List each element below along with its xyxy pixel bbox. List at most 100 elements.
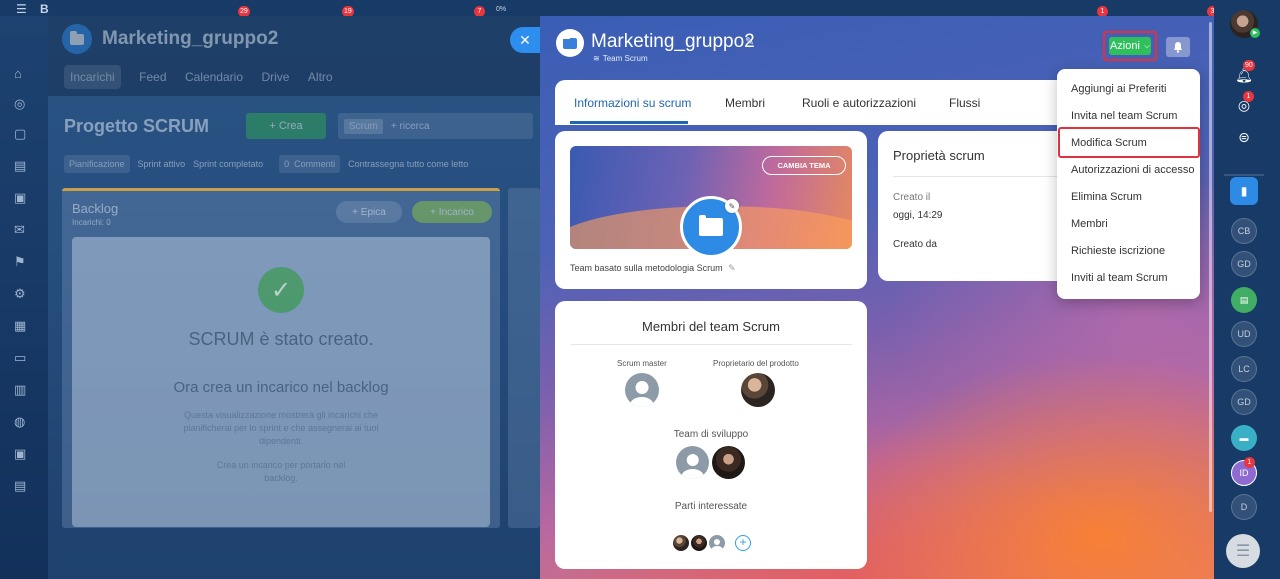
- actions-button[interactable]: Azioni ⌵: [1109, 37, 1151, 55]
- feed-icon[interactable]: ▤: [14, 158, 36, 176]
- bg-tab[interactable]: Calendario: [185, 70, 243, 84]
- bg-epic-button[interactable]: + Epica: [336, 201, 402, 223]
- menu-lines-icon[interactable]: ☰: [1226, 534, 1260, 568]
- bg-project-title: Progetto SCRUM: [64, 116, 209, 136]
- messages-icon[interactable]: ▢: [14, 126, 36, 144]
- right-sidebar: ▶ 🔔︎ 90 ◎ 1 ⊜ ▮ CB GD ▤ UD LC GD ▬ ID 1 …: [1214, 0, 1280, 579]
- tab-flows[interactable]: Flussi: [949, 96, 980, 110]
- crm-icon[interactable]: ⚑: [14, 254, 36, 272]
- stakeholder-avatar[interactable]: [709, 535, 725, 551]
- bg-create-button[interactable]: + Crea: [246, 113, 326, 139]
- scrum-master-avatar[interactable]: [625, 373, 659, 407]
- home-icon[interactable]: ⌂: [14, 66, 36, 84]
- tab-info[interactable]: Informazioni su scrum: [574, 96, 691, 110]
- bg-comments[interactable]: 0 Commenti: [279, 155, 341, 173]
- menu-icon[interactable]: ☰: [16, 2, 27, 16]
- close-slider-button[interactable]: ✕: [510, 27, 540, 53]
- edit-title-icon[interactable]: ✎: [745, 35, 754, 48]
- edit-caption-icon[interactable]: ✎: [728, 263, 736, 273]
- group-icon[interactable]: ◍: [14, 414, 36, 432]
- menu-item-members[interactable]: Membri: [1071, 218, 1108, 230]
- avatar-d[interactable]: D: [1231, 494, 1257, 520]
- slider-scrollbar[interactable]: [1209, 22, 1212, 512]
- avatar-lc[interactable]: LC: [1231, 356, 1257, 382]
- cover-card: CAMBIA TEMA ✎ Team basato sulla metodolo…: [555, 131, 867, 289]
- bg-search[interactable]: Scrum + ricerca: [338, 113, 533, 139]
- created-by-label: Creato da: [893, 239, 937, 250]
- bg-subtab[interactable]: Sprint completato: [193, 159, 263, 169]
- bg-empty-title: SCRUM è stato creato.: [188, 329, 374, 349]
- folder-icon: [556, 29, 584, 57]
- bg-subtab[interactable]: Pianificazione: [64, 155, 130, 173]
- bg-task-label: Incarico: [438, 206, 474, 218]
- dev-team-label: Team di sviluppo: [673, 429, 749, 440]
- wifi-icon: ≋: [593, 54, 600, 63]
- tab-members[interactable]: Membri: [725, 96, 765, 110]
- bg-task-button[interactable]: + Incarico: [412, 201, 492, 223]
- avatar-ud[interactable]: UD: [1231, 321, 1257, 347]
- bg-filter-chip: Scrum: [344, 118, 383, 134]
- contacts-icon[interactable]: ▣: [14, 446, 36, 464]
- avatar-cb[interactable]: CB: [1231, 218, 1257, 244]
- bg-tab[interactable]: Altro: [308, 70, 333, 84]
- drive-icon[interactable]: ▥: [14, 382, 36, 400]
- tasks-icon[interactable]: ▣: [14, 190, 36, 208]
- properties-card: Proprietà scrum Creato il oggi, 14:29 Cr…: [878, 131, 1075, 281]
- tab-roles[interactable]: Ruoli e autorizzazioni: [802, 96, 916, 110]
- menu-item-edit-scrum[interactable]: Modifica Scrum: [1071, 137, 1147, 149]
- apps-icon[interactable]: ▤: [14, 478, 36, 496]
- stakeholder-avatar[interactable]: [673, 535, 689, 551]
- product-owner-avatar[interactable]: [741, 373, 775, 407]
- bg-tab[interactable]: Incarichi: [64, 65, 121, 89]
- edit-logo-icon[interactable]: ✎: [725, 199, 739, 213]
- dev-member-avatar[interactable]: [712, 446, 745, 479]
- activity-badge: 1: [1243, 91, 1254, 102]
- bg-sprint-column: [508, 188, 540, 528]
- menu-item-access-permissions[interactable]: Autorizzazioni di accesso: [1071, 164, 1195, 176]
- change-theme-button[interactable]: CAMBIA TEMA: [762, 156, 846, 175]
- bg-mark-read[interactable]: Contrassegna tutto come letto: [348, 159, 468, 169]
- menu-item-add-favorites[interactable]: Aggiungi ai Preferiti: [1071, 83, 1166, 95]
- menu-item-join-requests[interactable]: Richieste iscrizione: [1071, 245, 1165, 257]
- bg-empty-hint: Crea un incarico per portarlo nel backlo…: [216, 460, 346, 483]
- scrum-master-label: Scrum master: [617, 359, 667, 368]
- stakeholder-avatar[interactable]: [691, 535, 707, 551]
- settings-icon[interactable]: ⚙: [14, 286, 36, 304]
- add-stakeholder-button[interactable]: +: [735, 535, 751, 551]
- chevron-down-icon: ⌵: [1143, 41, 1151, 50]
- menu-item-invitations[interactable]: Inviti al team Scrum: [1071, 272, 1168, 284]
- left-sidebar: ⌂ ◎ ▢ ▤ ▣ ✉ ⚑ ⚙ ▦ ▭ ▥ ◍ ▣ ▤: [0, 16, 48, 579]
- created-value: oggi, 14:29: [893, 210, 943, 221]
- properties-title: Proprietà scrum: [893, 148, 985, 163]
- bg-tab[interactable]: Drive: [261, 70, 289, 84]
- bg-tab[interactable]: Feed: [139, 70, 166, 84]
- bg-empty-subtitle: Ora crea un incarico nel backlog: [173, 379, 389, 396]
- cover-caption: Team basato sulla metodologia Scrum ✎: [570, 263, 736, 274]
- dev-member-avatar[interactable]: [676, 446, 709, 479]
- bg-subtabs: Pianificazione Sprint attivo Sprint comp…: [64, 154, 468, 174]
- avatar-gd[interactable]: GD: [1231, 251, 1257, 277]
- calendar-icon[interactable]: ▦: [14, 318, 36, 336]
- doc-icon[interactable]: ▭: [14, 350, 36, 368]
- group-subtitle: Team Scrum: [602, 54, 648, 63]
- mail-icon[interactable]: ✉: [14, 222, 36, 240]
- bookmark-icon[interactable]: ▮: [1230, 177, 1258, 205]
- contact-card-icon[interactable]: ▤: [1231, 287, 1257, 313]
- avatar-gd-2[interactable]: GD: [1231, 389, 1257, 415]
- notifications-toggle-button[interactable]: [1166, 37, 1190, 57]
- check-icon: ✓: [258, 267, 304, 313]
- brand-letter: B: [40, 2, 49, 16]
- bg-create-label: Crea: [278, 120, 303, 132]
- bg-empty-state: ✓ SCRUM è stato creato. Ora crea un inca…: [72, 237, 490, 527]
- search-chat-icon[interactable]: ⊜: [1231, 124, 1257, 150]
- chat-bubble-icon[interactable]: ▬: [1231, 425, 1257, 451]
- bg-tabs: Incarichi Feed Calendario Drive Altro: [64, 65, 347, 89]
- bg-search-placeholder: + ricerca: [390, 120, 430, 132]
- menu-item-invite[interactable]: Invita nel team Scrum: [1071, 110, 1177, 122]
- created-label: Creato il: [893, 192, 931, 203]
- bg-subtab[interactable]: Sprint attivo: [138, 159, 186, 169]
- menu-item-delete-scrum[interactable]: Elimina Scrum: [1071, 191, 1142, 203]
- actions-menu: Aggiungi ai Preferiti Invita nel team Sc…: [1057, 69, 1200, 299]
- stakeholders-label: Parti interessate: [674, 501, 748, 512]
- chat-icon[interactable]: ◎: [14, 96, 36, 114]
